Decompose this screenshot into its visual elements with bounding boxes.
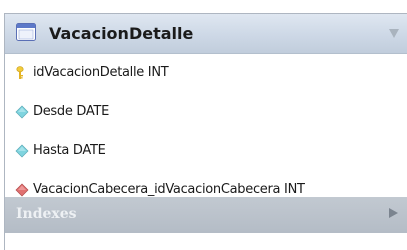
column-diamond-icon: [15, 105, 29, 119]
column-row[interactable]: idVacacionDetalle INT: [5, 60, 407, 90]
table-icon: [16, 23, 36, 41]
primary-key-icon: [16, 66, 24, 79]
expand-arrow-icon[interactable]: [389, 208, 398, 218]
column-name: Desde DATE: [33, 104, 109, 119]
indexes-label: Indexes: [16, 206, 77, 222]
table-card[interactable]: VacacionDetalle idVacacionDetalle INT De…: [4, 13, 407, 250]
column-name: VacacionCabecera_idVacacionCabecera INT: [33, 182, 305, 197]
collapse-arrow-icon[interactable]: [389, 29, 399, 38]
indexes-section-header[interactable]: Indexes: [5, 197, 407, 233]
column-diamond-icon: [15, 144, 29, 158]
table-title: VacacionDetalle: [49, 24, 194, 43]
column-name: Hasta DATE: [33, 143, 106, 158]
table-title-bar[interactable]: VacacionDetalle: [5, 14, 407, 54]
column-name: idVacacionDetalle INT: [33, 65, 169, 80]
column-row[interactable]: Hasta DATE: [5, 138, 407, 168]
foreign-key-diamond-icon: [15, 183, 29, 197]
column-row[interactable]: Desde DATE: [5, 99, 407, 129]
